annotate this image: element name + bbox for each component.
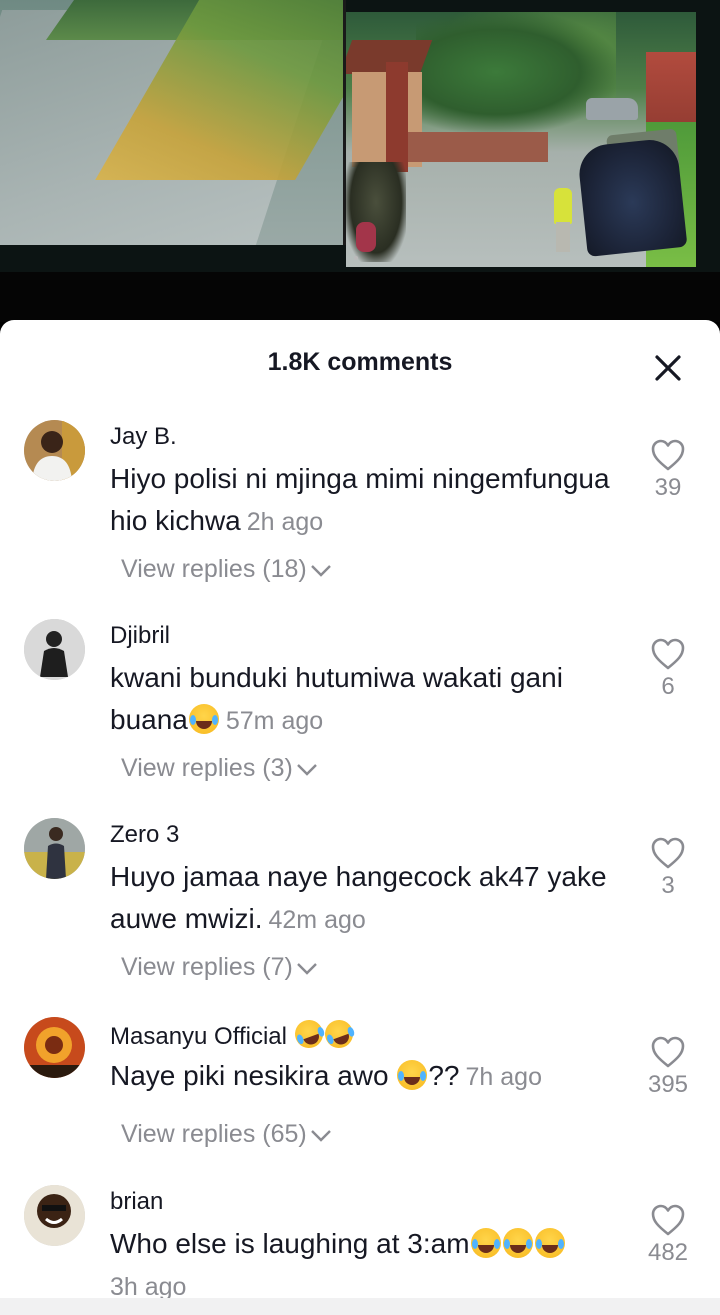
cctv-monitor-image — [0, 0, 720, 272]
view-replies-label: View replies (3) — [121, 754, 293, 782]
like-count: 39 — [654, 474, 682, 501]
chevron-down-icon — [310, 565, 331, 578]
comment-input-bar[interactable] — [0, 1298, 720, 1315]
comment-text: Hiyo polisi ni mjinga mimi ningemfungua … — [110, 458, 630, 543]
comment-timestamp: 7h ago — [465, 1063, 542, 1091]
view-replies-label: View replies (65) — [121, 1120, 307, 1148]
like-button[interactable]: 482 — [638, 1203, 698, 1267]
like-button[interactable]: 395 — [638, 1035, 698, 1099]
like-count: 3 — [661, 872, 675, 899]
rolling-on-floor-laughing-emoji — [320, 1016, 357, 1052]
comment-body: kwani bunduki hutumiwa wakati gani buana — [110, 662, 563, 735]
comment-body: Who else is laughing at 3:am — [110, 1228, 470, 1259]
heart-outline-icon — [651, 1204, 685, 1236]
comment-text: Who else is laughing at 3:am 3h ago — [110, 1223, 630, 1308]
comment-username[interactable]: Djibril — [110, 622, 170, 650]
comments-sheet: 1.8K comments Jay B. Hiyo polisi ni mjin… — [0, 320, 720, 1315]
view-replies-button[interactable]: View replies (7) — [121, 953, 319, 982]
like-button[interactable]: 6 — [638, 637, 698, 701]
view-replies-label: View replies (18) — [121, 555, 307, 583]
comments-count-title: 1.8K comments — [267, 348, 453, 376]
face-with-tears-of-joy-emoji — [188, 704, 219, 734]
comment-username[interactable]: Masanyu Official — [110, 1016, 357, 1052]
like-button[interactable]: 39 — [638, 438, 698, 502]
video-preview[interactable] — [0, 0, 720, 322]
avatar-jay-b[interactable] — [24, 420, 85, 481]
view-replies-button[interactable]: View replies (18) — [121, 555, 333, 584]
comment-body: Hiyo polisi ni mjinga mimi ningemfungua … — [110, 463, 610, 536]
close-icon — [655, 355, 681, 381]
comment-text: Huyo jamaa naye hangecock ak47 yake auwe… — [110, 856, 630, 941]
face-with-tears-of-joy-emoji — [502, 1228, 533, 1258]
cctv-camera-left — [0, 0, 343, 245]
chevron-down-icon — [296, 963, 317, 976]
comment-text: Naye piki nesikira awo ?? 7h ago — [110, 1055, 630, 1098]
comment-timestamp: 42m ago — [268, 906, 366, 934]
avatar-zero-3[interactable] — [24, 818, 85, 879]
avatar-brian[interactable] — [24, 1185, 85, 1246]
avatar-masanyu[interactable] — [24, 1017, 85, 1078]
view-replies-button[interactable]: View replies (3) — [121, 754, 319, 783]
close-button[interactable] — [648, 348, 688, 388]
view-replies-button[interactable]: View replies (65) — [121, 1120, 333, 1149]
heart-outline-icon — [651, 638, 685, 670]
heart-outline-icon — [651, 837, 685, 869]
comment-username[interactable]: brian — [110, 1188, 163, 1216]
view-replies-label: View replies (7) — [121, 953, 293, 981]
face-with-tears-of-joy-emoji — [470, 1228, 501, 1258]
like-count: 482 — [647, 1239, 689, 1266]
chevron-down-icon — [310, 1130, 331, 1143]
heart-outline-icon — [651, 1036, 685, 1068]
comment-text: kwani bunduki hutumiwa wakati gani buana… — [110, 657, 630, 742]
like-count: 395 — [647, 1071, 689, 1098]
comment-timestamp: 57m ago — [225, 707, 324, 735]
rolling-on-floor-laughing-emoji — [290, 1016, 327, 1052]
comment-timestamp: 2h ago — [246, 508, 324, 536]
like-count: 6 — [661, 673, 675, 700]
heart-outline-icon — [651, 439, 685, 471]
comment-username-text: Masanyu Official — [110, 1023, 287, 1050]
avatar-djibril[interactable] — [24, 619, 85, 680]
comment-username[interactable]: Jay B. — [110, 423, 177, 451]
like-button[interactable]: 3 — [638, 836, 698, 900]
cctv-camera-right — [346, 12, 696, 267]
comment-username[interactable]: Zero 3 — [110, 821, 179, 849]
comment-body: Naye piki nesikira awo — [110, 1060, 389, 1091]
face-with-tears-of-joy-emoji — [534, 1228, 565, 1258]
comment-timestamp: 3h ago — [110, 1273, 187, 1301]
face-with-tears-of-joy-emoji — [397, 1060, 428, 1090]
chevron-down-icon — [296, 764, 317, 777]
comment-body-suffix: ?? — [428, 1060, 460, 1091]
